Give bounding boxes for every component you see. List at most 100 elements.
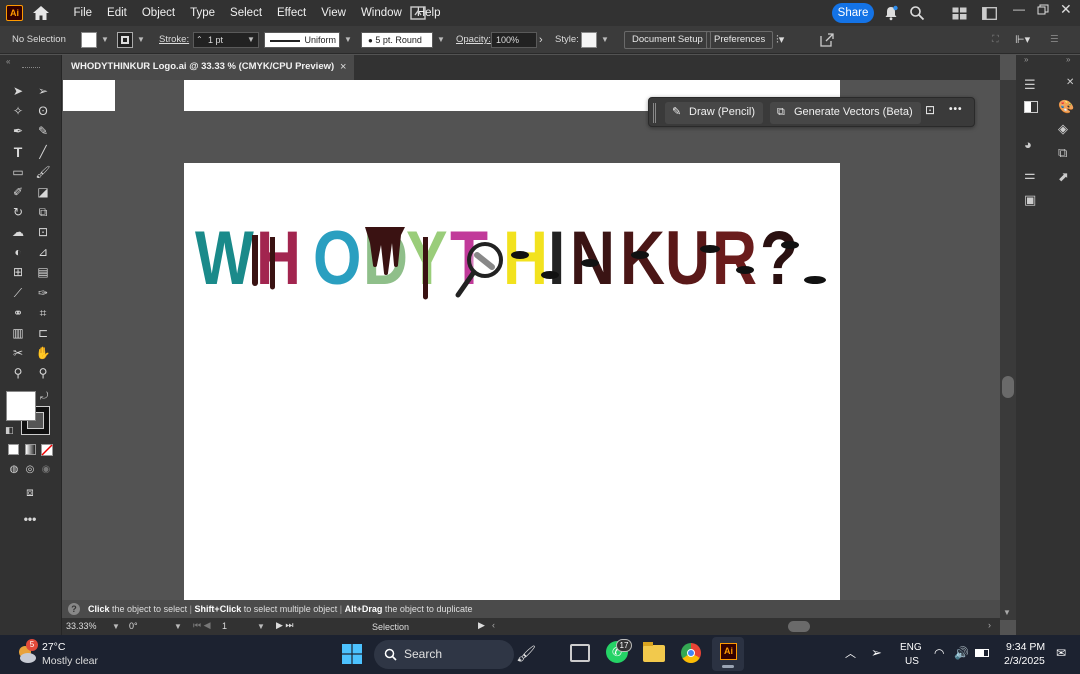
curvature-tool-icon[interactable]: ✎	[33, 122, 53, 140]
transform-options-icon[interactable]: ⛶	[992, 26, 999, 54]
help-icon[interactable]: ?	[68, 603, 80, 615]
stroke-profile-select[interactable]: Uniform	[264, 32, 340, 48]
scroll-left-icon[interactable]: ‹	[492, 620, 495, 630]
horizontal-scroll-thumb[interactable]	[788, 621, 810, 632]
gradient-panel-icon[interactable]	[1024, 101, 1038, 113]
stroke-stepper-icon[interactable]: ⌃	[196, 26, 203, 54]
magic-wand-tool-icon[interactable]: ✧	[8, 102, 28, 120]
taskbar-search-box[interactable]: Search 🖌	[374, 640, 536, 669]
pen-tool-icon[interactable]: ✒	[8, 122, 28, 140]
lasso-tool-icon[interactable]: ʘ	[33, 102, 53, 120]
arrange-options-icon[interactable]: ⫶▾	[776, 26, 784, 54]
swap-fill-stroke-icon[interactable]: ⤾	[40, 391, 48, 402]
expand-panels-icon[interactable]: »	[1024, 55, 1028, 64]
taskbar-illustrator-active[interactable]: Ai	[712, 637, 744, 671]
chrome-icon[interactable]	[681, 643, 701, 663]
status-menu-icon[interactable]: ▶	[478, 620, 485, 631]
rotate-tool-icon[interactable]: ↻	[8, 203, 28, 221]
show-hidden-icons-icon[interactable]: ︿	[845, 645, 856, 661]
layers-panel-icon[interactable]: ◈	[1058, 121, 1068, 137]
zoom-level-field[interactable]: 33.33%	[66, 621, 97, 631]
region-indicator[interactable]: US	[905, 656, 919, 667]
weather-widget[interactable]: 5	[16, 639, 38, 664]
windows-start-icon[interactable]	[342, 644, 362, 664]
menu-view[interactable]: View	[314, 7, 354, 19]
close-panel-icon[interactable]: ✕	[1066, 77, 1074, 88]
task-view-icon[interactable]	[570, 644, 590, 662]
perspective-grid-tool-icon[interactable]: ⊿	[33, 243, 53, 261]
appearance-panel-icon[interactable]: ◕	[1024, 137, 1032, 152]
document-tab[interactable]: WHODYTHINKUR Logo.ai @ 33.33 % (CMYK/CPU…	[62, 55, 354, 80]
paintbrush-tool-icon[interactable]: 🖌	[33, 163, 53, 181]
panel-layout-icon[interactable]	[982, 7, 997, 20]
symbol-sprayer-tool-icon[interactable]: ⌗	[33, 304, 53, 322]
battery-icon[interactable]	[975, 649, 989, 657]
mesh-tool-icon[interactable]: ⊞	[8, 263, 28, 281]
type-tool-icon[interactable]: T	[8, 143, 28, 161]
menu-edit[interactable]: Edit	[100, 7, 135, 19]
home-icon[interactable]	[32, 5, 50, 21]
opacity-field[interactable]: 100%	[491, 32, 537, 48]
control-bar-menu-icon[interactable]: ☰	[1050, 26, 1059, 54]
menu-select[interactable]: Select	[223, 7, 270, 19]
menu-object[interactable]: Object	[134, 7, 182, 19]
toolbar-grip[interactable]	[22, 67, 40, 69]
arrange-documents-icon[interactable]	[410, 6, 426, 20]
generate-vectors-button[interactable]: ⧉ Generate Vectors (Beta)	[770, 102, 921, 124]
measure-tool-icon[interactable]: ✑	[33, 284, 53, 302]
next-artboard-icon[interactable]: ▶ ⏭	[276, 620, 294, 631]
clock-time[interactable]: 9:34 PM	[1006, 641, 1045, 653]
default-fill-stroke-icon[interactable]: ◧	[5, 425, 14, 436]
shape-builder-tool-icon[interactable]: ◐	[8, 243, 28, 261]
close-window-icon[interactable]: ✕	[1060, 1, 1072, 18]
opacity-expand-icon[interactable]: ›	[539, 26, 543, 54]
close-tab-icon[interactable]: ×	[340, 55, 346, 79]
eyedropper-tool-icon[interactable]: ⟋	[8, 284, 28, 302]
clock-date[interactable]: 2/3/2025	[1004, 655, 1045, 667]
stroke-swatch[interactable]	[117, 32, 133, 48]
scroll-right-icon[interactable]: ›	[988, 620, 991, 630]
vertical-scrollbar[interactable]: ▼	[1000, 80, 1016, 620]
slice-tool-icon[interactable]: ✂	[8, 344, 28, 362]
opacity-label[interactable]: Opacity:	[456, 26, 491, 54]
volume-icon[interactable]: 🔊	[954, 646, 969, 660]
stroke-weight-chevron-icon[interactable]: ▼	[247, 26, 255, 54]
shaper-tool-icon[interactable]: ✐	[8, 183, 28, 201]
scroll-down-icon[interactable]: ▼	[1003, 608, 1011, 617]
fill-color-swatch[interactable]	[6, 391, 36, 421]
color-panel-icon[interactable]: 🎨	[1058, 99, 1074, 115]
collapse-panel-icon[interactable]: «	[6, 57, 10, 66]
style-chevron-icon[interactable]: ▼	[601, 26, 609, 54]
export-panel-icon[interactable]: ⬈	[1058, 169, 1069, 185]
color-mode-icon[interactable]	[8, 444, 19, 455]
stroke-profile-chevron-icon[interactable]: ▼	[344, 26, 352, 54]
wifi-icon[interactable]: ◠	[934, 646, 944, 660]
notifications-bell-icon[interactable]	[883, 5, 899, 21]
artboard-dropdown-icon[interactable]: ▼	[257, 622, 265, 631]
expand-panels-icon-2[interactable]: »	[1066, 55, 1070, 64]
menu-file[interactable]: File	[66, 7, 100, 19]
share-button[interactable]: Share	[832, 3, 874, 23]
restore-window-icon[interactable]	[1037, 4, 1049, 15]
search-icon[interactable]	[909, 5, 925, 21]
line-segment-tool-icon[interactable]: ╱	[33, 143, 53, 161]
canvas[interactable]	[62, 80, 1000, 600]
menu-effect[interactable]: Effect	[270, 7, 314, 19]
rotation-field[interactable]: 0°	[129, 621, 138, 631]
puppet-warp-tool-icon[interactable]: ⚲	[8, 364, 28, 382]
first-artboard-icon[interactable]: ⏮ ◀	[193, 620, 211, 631]
export-icon[interactable]	[820, 33, 834, 47]
fill-swatch[interactable]	[81, 32, 97, 48]
gradient-tool-icon[interactable]: ▤	[33, 263, 53, 281]
task-bar-grip[interactable]	[653, 103, 656, 123]
column-graph-tool-icon[interactable]: ▥	[8, 324, 28, 342]
zoom-dropdown-icon[interactable]: ▼	[112, 622, 120, 631]
artboard-number-field[interactable]: 1	[222, 621, 227, 631]
language-indicator[interactable]: ENG	[900, 642, 922, 653]
screen-mode-icon[interactable]: ⧈	[20, 483, 40, 501]
edit-toolbar-icon[interactable]: •••	[20, 510, 40, 528]
warp-tool-icon[interactable]: ☁	[8, 223, 28, 241]
graphic-style-swatch[interactable]	[581, 32, 597, 48]
menu-window[interactable]: Window	[353, 7, 409, 19]
free-transform-tool-icon[interactable]: ⊡	[33, 223, 53, 241]
